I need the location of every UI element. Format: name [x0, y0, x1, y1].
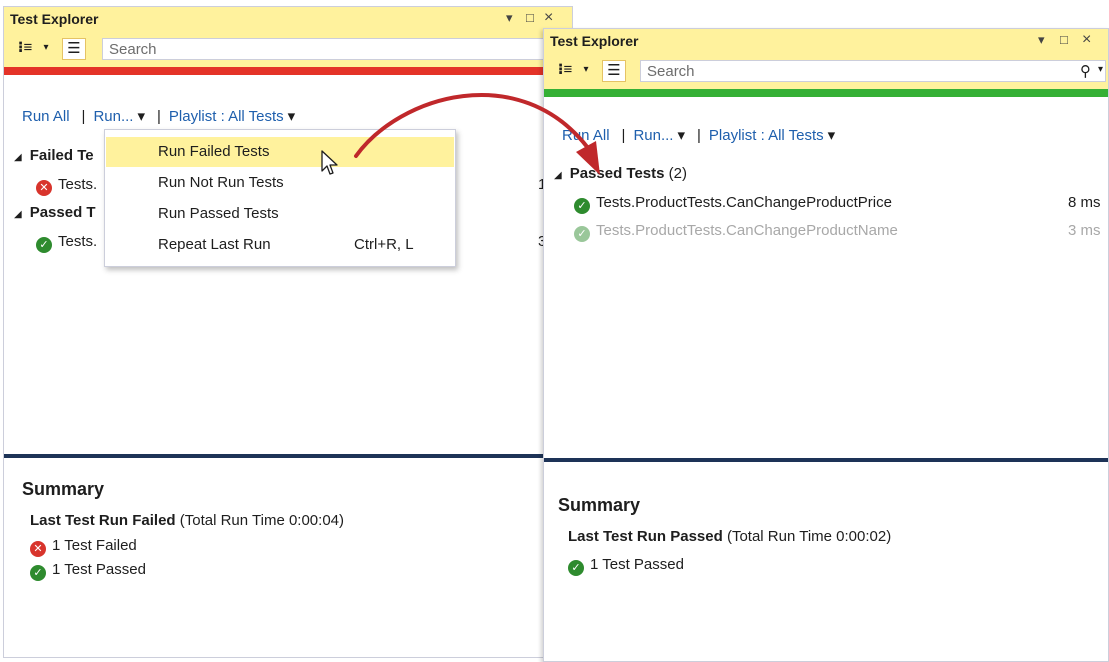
separator: |	[697, 127, 701, 144]
close-icon[interactable]: ×	[1082, 32, 1091, 48]
separator: |	[621, 127, 626, 144]
search-icon[interactable]: ⚲	[1080, 62, 1091, 80]
search-placeholder[interactable]: Search	[109, 41, 157, 58]
test-name: Tests.	[58, 233, 98, 250]
test-explorer-window-left: Test Explorer ▾ □ × ⁝≡ ▾ ☰ Search ⚲ Run …	[3, 6, 575, 658]
mouse-cursor-icon	[321, 150, 338, 175]
summary-run-time: (Total Run Time 0:00:04)	[179, 512, 344, 529]
separator: |	[157, 108, 161, 125]
toolbar: ⁝≡ ▾ ☰ Search ⚲ ▾	[544, 53, 1108, 89]
group-label: Passed T	[29, 204, 96, 221]
test-row[interactable]: ✓ Tests.	[36, 233, 97, 253]
passed-icon: ✓	[574, 198, 590, 214]
menu-item-run-not-run-tests[interactable]: Run Not Run Tests	[106, 168, 454, 198]
summary-status: Last Test Run Failed	[30, 512, 176, 529]
collapse-icon[interactable]: ◢	[554, 170, 562, 181]
run-menu-link[interactable]: Run...	[633, 127, 673, 144]
list-view-icon[interactable]: ☰	[62, 38, 86, 60]
menu-item-repeat-last-run[interactable]: Repeat Last Run Ctrl+R, L	[106, 230, 454, 260]
test-name: Tests.ProductTests.CanChangeProductPrice	[596, 194, 892, 211]
menu-item-run-passed-tests[interactable]: Run Passed Tests	[106, 199, 454, 229]
summary-passed-line: ✓ 1 Test Passed	[30, 561, 146, 581]
search-box[interactable]: Search ⚲ ▾	[640, 60, 1106, 82]
run-menu-link[interactable]: Run...	[93, 108, 133, 125]
run-dropdown-icon[interactable]: ▾	[677, 127, 685, 144]
test-row[interactable]: ✓ Tests.ProductTests.CanChangeProductPric…	[574, 194, 892, 214]
group-by-icon[interactable]: ⁝≡	[12, 38, 38, 60]
summary-passed-text: 1 Test Passed	[52, 561, 146, 578]
window-menu-dropdown-icon[interactable]: ▾	[1038, 32, 1045, 48]
close-icon[interactable]: ×	[544, 10, 553, 26]
summary-headline: Last Test Run Failed (Total Run Time 0:0…	[30, 512, 344, 529]
run-context-menu: Run Failed Tests Run Not Run Tests Run P…	[104, 129, 456, 267]
test-name: Tests.	[58, 176, 98, 193]
menu-item-label: Run Not Run Tests	[158, 174, 284, 191]
test-duration: 8 ms	[1068, 194, 1101, 211]
separator: |	[81, 108, 86, 125]
passed-tests-group[interactable]: ◢ Passed Tests (2)	[554, 165, 687, 182]
summary-title: Summary	[22, 479, 105, 499]
menu-item-shortcut: Ctrl+R, L	[354, 236, 414, 253]
test-row[interactable]: ✕ Tests.	[36, 176, 97, 196]
window-menu-dropdown-icon[interactable]: ▾	[506, 10, 513, 26]
toolbar: ⁝≡ ▾ ☰ Search ⚲	[4, 31, 575, 67]
summary-run-time: (Total Run Time 0:00:02)	[726, 528, 892, 545]
group-label: Failed Te	[29, 147, 94, 164]
test-explorer-window-right: Test Explorer ▾ □ × ⁝≡ ▾ ☰ Search ⚲ ▾ Ru…	[543, 28, 1109, 662]
summary-passed-line: ✓ 1 Test Passed	[568, 556, 684, 576]
passed-icon: ✓	[568, 560, 584, 576]
search-box[interactable]: Search ⚲	[102, 38, 575, 60]
menu-item-label: Run Failed Tests	[158, 143, 270, 160]
menu-item-label: Run Passed Tests	[158, 205, 279, 222]
run-toolbar: Run All | Run... ▾ | Playlist : All Tests ▾	[562, 126, 839, 144]
group-label: Passed Tests	[569, 165, 665, 182]
collapse-icon[interactable]: ◢	[14, 209, 22, 220]
group-by-dropdown-icon[interactable]: ▾	[580, 60, 592, 82]
run-dropdown-icon[interactable]: ▾	[137, 108, 145, 125]
list-view-icon[interactable]: ☰	[602, 60, 626, 82]
search-placeholder[interactable]: Search	[647, 63, 695, 80]
status-bar-passed	[544, 89, 1108, 97]
failed-icon: ✕	[36, 180, 52, 196]
group-count: (2)	[668, 165, 687, 182]
window-title: Test Explorer	[550, 33, 639, 49]
group-by-icon[interactable]: ⁝≡	[552, 60, 578, 82]
summary-failed-text: 1 Test Failed	[52, 537, 137, 554]
run-toolbar: Run All | Run... ▾ | Playlist : All Tests ▾	[22, 107, 299, 125]
summary-passed-text: 1 Test Passed	[590, 556, 684, 573]
menu-item-label: Repeat Last Run	[158, 236, 271, 253]
test-row[interactable]: ✓ Tests.ProductTests.CanChangeProductName	[574, 222, 898, 242]
search-options-dropdown-icon[interactable]: ▾	[1098, 64, 1103, 75]
test-name: Tests.ProductTests.CanChangeProductName	[596, 222, 898, 239]
summary-headline: Last Test Run Passed (Total Run Time 0:0…	[568, 528, 891, 545]
test-duration: 3 ms	[1068, 222, 1101, 239]
summary-failed-line: ✕ 1 Test Failed	[30, 537, 137, 557]
summary-divider[interactable]	[4, 454, 572, 458]
passed-tests-group[interactable]: ◢ Passed T	[14, 204, 96, 221]
passed-icon: ✓	[574, 226, 590, 242]
window-title: Test Explorer	[10, 11, 99, 27]
playlist-dropdown-icon[interactable]: ▾	[288, 108, 296, 125]
playlist-link[interactable]: Playlist : All Tests	[709, 127, 824, 144]
run-all-link[interactable]: Run All	[562, 127, 610, 144]
status-bar-failed	[4, 67, 572, 75]
playlist-link[interactable]: Playlist : All Tests	[169, 108, 284, 125]
maximize-icon[interactable]: □	[526, 10, 534, 26]
title-bar: Test Explorer ▾ □ ×	[544, 29, 1108, 53]
summary-title: Summary	[558, 495, 641, 515]
playlist-dropdown-icon[interactable]: ▾	[828, 127, 836, 144]
title-bar: Test Explorer ▾ □ ×	[4, 7, 572, 31]
summary-status: Last Test Run Passed	[568, 528, 723, 545]
passed-icon: ✓	[30, 565, 46, 581]
collapse-icon[interactable]: ◢	[14, 152, 22, 163]
run-all-link[interactable]: Run All	[22, 108, 70, 125]
failed-icon: ✕	[30, 541, 46, 557]
summary-divider[interactable]	[544, 458, 1108, 462]
group-by-dropdown-icon[interactable]: ▾	[40, 38, 52, 60]
passed-icon: ✓	[36, 237, 52, 253]
failed-tests-group[interactable]: ◢ Failed Te	[14, 147, 94, 164]
menu-item-run-failed-tests[interactable]: Run Failed Tests	[106, 137, 454, 167]
maximize-icon[interactable]: □	[1060, 32, 1068, 48]
